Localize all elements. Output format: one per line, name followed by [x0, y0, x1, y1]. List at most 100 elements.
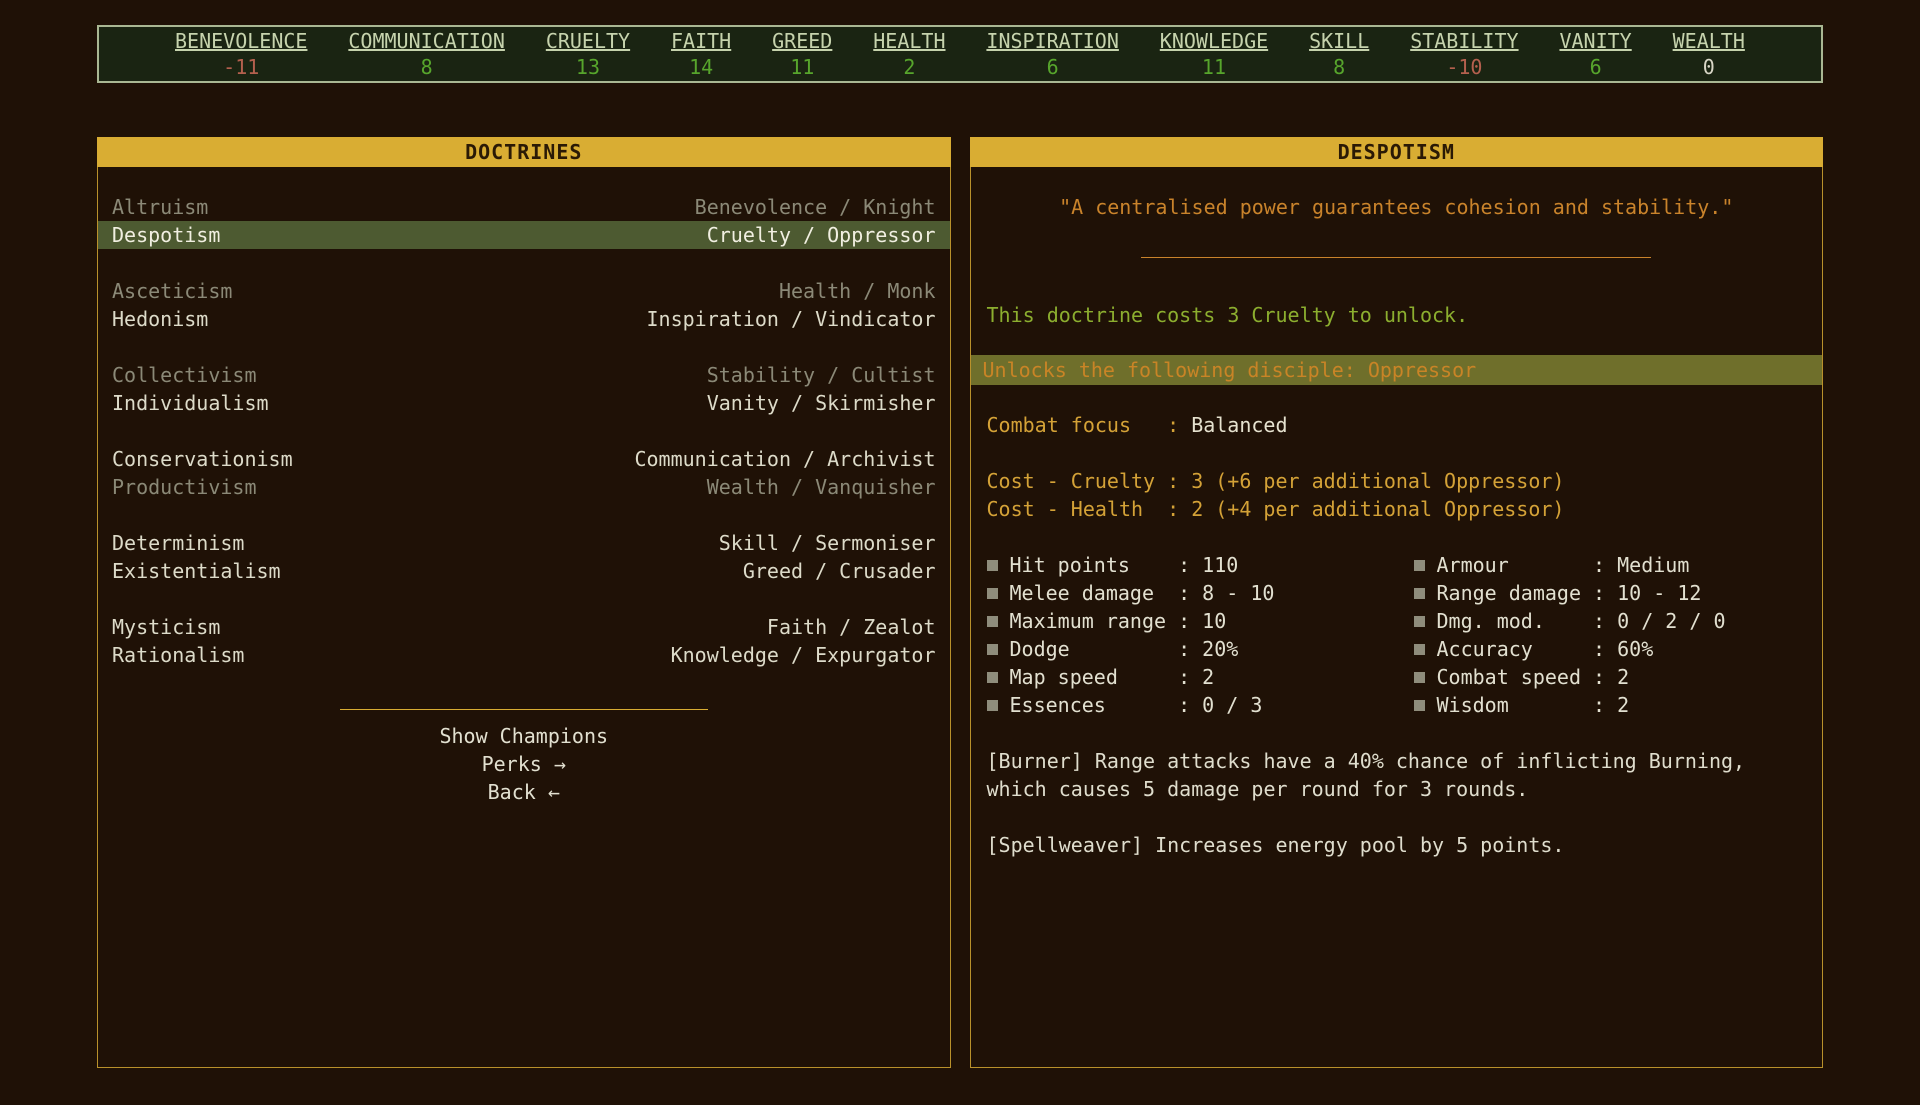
perks-button[interactable]: Perks → — [98, 750, 950, 778]
stat-name: COMMUNICATION — [348, 28, 505, 54]
doctrine-row[interactable]: Despotism Cruelty / Oppressor — [98, 221, 950, 249]
stat-row: Dodge20% — [987, 635, 1414, 663]
stat-cruelty: CRUELTY 13 — [546, 28, 630, 80]
stats-column-right: ArmourMedium Range damage10 - 12 Dmg. mo… — [1414, 551, 1807, 719]
stat-row: ArmourMedium — [1414, 551, 1807, 579]
separator — [1166, 579, 1202, 607]
stat-row: Wisdom2 — [1414, 691, 1807, 719]
doctrine-name: Rationalism — [112, 641, 244, 669]
square-bullet-icon — [987, 644, 998, 655]
cost-cruelty-value: 3 (+6 per additional Oppressor) — [1191, 469, 1564, 493]
separator — [1166, 635, 1202, 663]
stat-value: 11 — [790, 54, 814, 80]
doctrine-name: Altruism — [112, 193, 208, 221]
doctrine-row[interactable]: Productivism Wealth / Vanquisher — [98, 473, 950, 501]
detail-panel-title: DESPOTISM — [970, 137, 1824, 167]
unlock-cost-text: This doctrine costs 3 Cruelty to unlock. — [971, 301, 1823, 329]
doctrine-name: Individualism — [112, 389, 269, 417]
doctrine-name: Despotism — [112, 221, 220, 249]
stat-value: 8 — [421, 54, 433, 80]
separator — [1166, 663, 1202, 691]
stat-skill: SKILL 8 — [1309, 28, 1369, 80]
back-button[interactable]: Back ← — [98, 778, 950, 806]
stat-vanity: VANITY 6 — [1559, 28, 1631, 80]
stat-faith: FAITH 14 — [671, 28, 731, 80]
doctrine-row[interactable]: Individualism Vanity / Skirmisher — [98, 389, 950, 417]
spacer — [971, 523, 1823, 551]
doctrine-row[interactable]: Collectivism Stability / Cultist — [98, 361, 950, 389]
separator — [1581, 551, 1617, 579]
stat-label: Combat speed — [1437, 663, 1581, 691]
stat-value: 13 — [576, 54, 600, 80]
spacer — [971, 439, 1823, 467]
separator — [1581, 691, 1617, 719]
doctrine-row[interactable]: Rationalism Knowledge / Expurgator — [98, 641, 950, 669]
show-champions-button[interactable]: Show Champions — [98, 722, 950, 750]
doctrine-row[interactable]: Conservationism Communication / Archivis… — [98, 445, 950, 473]
combat-focus-value: Balanced — [1191, 413, 1287, 437]
separator — [1581, 579, 1617, 607]
stat-value: Medium — [1617, 551, 1689, 579]
stats-column-left: Hit points110 Melee damage8 - 10 Maximum… — [987, 551, 1414, 719]
doctrines-panel-body: Altruism Benevolence / Knight Despotism … — [98, 167, 950, 1067]
stat-row: Map speed2 — [987, 663, 1414, 691]
doctrine-detail: Health / Monk — [779, 277, 936, 305]
combat-focus-line: Combat focusBalanced — [971, 411, 1823, 439]
stat-wealth: WEALTH 0 — [1673, 28, 1745, 80]
separator — [1581, 663, 1617, 691]
stat-row: Maximum range10 — [987, 607, 1414, 635]
doctrine-detail: Communication / Archivist — [634, 445, 935, 473]
cost-health-value: 2 (+4 per additional Oppressor) — [1191, 497, 1564, 521]
separator — [1581, 635, 1617, 663]
stat-label: Map speed — [1010, 663, 1167, 691]
spacer — [98, 333, 950, 361]
doctrine-row[interactable]: Mysticism Faith / Zealot — [98, 613, 950, 641]
doctrine-name: Mysticism — [112, 613, 220, 641]
separator — [1155, 497, 1191, 521]
square-bullet-icon — [1414, 560, 1425, 571]
doctrine-detail: Vanity / Skirmisher — [707, 389, 936, 417]
doctrines-panel: DOCTRINES Altruism Benevolence / Knight … — [97, 137, 951, 1068]
stat-value: 11 — [1202, 54, 1226, 80]
doctrine-row[interactable]: Altruism Benevolence / Knight — [98, 193, 950, 221]
spacer — [98, 585, 950, 613]
cost-health-label: Cost - Health — [987, 495, 1156, 523]
stat-row: Accuracy60% — [1414, 635, 1807, 663]
menu-divider — [340, 709, 708, 710]
trait-burner-text: [Burner] Range attacks have a 40% chance… — [971, 747, 1807, 803]
doctrine-detail: Skill / Sermoniser — [719, 529, 936, 557]
main-panels: DOCTRINES Altruism Benevolence / Knight … — [97, 137, 1823, 1068]
stat-communication: COMMUNICATION 8 — [348, 28, 505, 80]
doctrine-name: Hedonism — [112, 305, 208, 333]
stat-health: HEALTH 2 — [873, 28, 945, 80]
stat-row: Hit points110 — [987, 551, 1414, 579]
stat-value: 2 — [1617, 663, 1629, 691]
stat-label: Range damage — [1437, 579, 1581, 607]
stat-value: 0 / 3 — [1202, 691, 1262, 719]
cost-cruelty-line: Cost - Cruelty 3 (+6 per additional Oppre… — [971, 467, 1823, 495]
spacer — [98, 249, 950, 277]
stat-value: 0 / 2 / 0 — [1617, 607, 1725, 635]
stat-label: Wisdom — [1437, 691, 1581, 719]
stat-stability: STABILITY -10 — [1410, 28, 1518, 80]
stat-name: CRUELTY — [546, 28, 630, 54]
stat-value: 2 — [903, 54, 915, 80]
doctrine-row[interactable]: Existentialism Greed / Crusader — [98, 557, 950, 585]
doctrine-detail: Greed / Crusader — [743, 557, 936, 585]
square-bullet-icon — [987, 700, 998, 711]
unlock-banner: Unlocks the following disciple: Oppresso… — [971, 355, 1823, 385]
doctrine-name: Productivism — [112, 473, 257, 501]
doctrine-name: Determinism — [112, 529, 244, 557]
doctrine-detail: Inspiration / Vindicator — [647, 305, 936, 333]
cost-cruelty-label: Cost - Cruelty — [987, 467, 1156, 495]
stat-knowledge: KNOWLEDGE 11 — [1160, 28, 1268, 80]
doctrine-name: Existentialism — [112, 557, 281, 585]
doctrine-detail: Faith / Zealot — [767, 613, 936, 641]
doctrine-row[interactable]: Determinism Skill / Sermoniser — [98, 529, 950, 557]
doctrine-name: Asceticism — [112, 277, 232, 305]
separator — [1155, 413, 1191, 437]
doctrine-row[interactable]: Asceticism Health / Monk — [98, 277, 950, 305]
doctrine-name: Conservationism — [112, 445, 293, 473]
doctrine-row[interactable]: Hedonism Inspiration / Vindicator — [98, 305, 950, 333]
stat-label: Hit points — [1010, 551, 1167, 579]
